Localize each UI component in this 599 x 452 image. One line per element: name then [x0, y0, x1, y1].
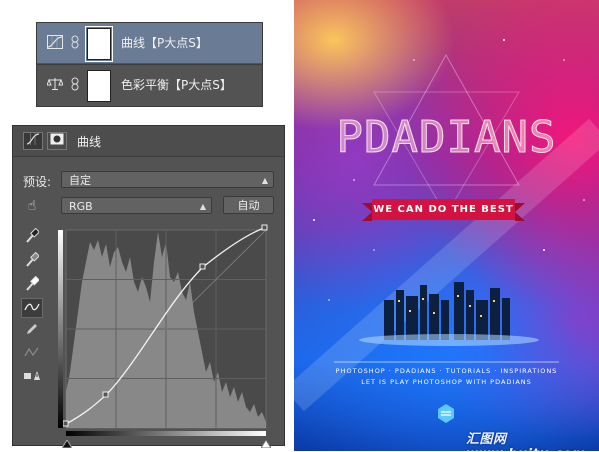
curves-adjustment-icon[interactable] — [23, 132, 43, 150]
white-point-slider-icon[interactable] — [260, 433, 272, 452]
curves-adjustment-icon — [46, 35, 64, 51]
poster-line-1: PHOTOSHOP · PDADIANS · TUTORIALS · INSPI… — [335, 367, 558, 375]
auto-button[interactable]: 自动 — [223, 196, 274, 214]
select-arrows-icon: ▲ — [199, 202, 206, 211]
properties-panel: 曲线 预设: 自定 ▲ ☝ RGB ▲ 自动 — [12, 125, 285, 449]
color-balance-icon — [46, 77, 64, 93]
link-icon[interactable] — [71, 77, 81, 93]
curves-graph[interactable] — [58, 222, 278, 440]
ribbon-right-tail — [515, 203, 525, 221]
poster-canvas: PDADIANS WE CAN DO THE BEST PHOTOSHOP · … — [294, 0, 599, 451]
black-point-slider-icon[interactable] — [61, 433, 73, 452]
ribbon-left-tail — [362, 203, 372, 221]
link-icon[interactable] — [71, 35, 81, 51]
watermark: 汇图网 www.huitu.com — [466, 432, 586, 451]
clipping-warning-icon[interactable] — [21, 368, 43, 388]
draw-curve-pencil-icon[interactable] — [21, 322, 43, 342]
select-arrows-icon: ▲ — [261, 176, 268, 185]
channel-select[interactable]: RGB ▲ — [61, 197, 212, 214]
sample-in-image-set-black-point-icon[interactable] — [21, 227, 43, 248]
poster-title: PDADIANS — [336, 112, 557, 164]
poster-line-2: LET IS PLAY PHOTOSHOP WITH PDADIANS — [361, 378, 532, 386]
sample-in-image-set-gray-point-icon[interactable] — [21, 251, 43, 272]
layers-panel: 曲线【P大点S】 色彩平衡【P大点S】 — [36, 22, 263, 107]
sample-in-image-set-white-point-icon[interactable] — [21, 275, 43, 296]
preset-label: 预设: — [23, 175, 52, 189]
properties-header: 曲线 — [13, 126, 284, 157]
channel-value: RGB — [69, 200, 93, 213]
curve-point — [102, 391, 109, 398]
panel-title: 曲线 — [77, 135, 102, 149]
poster-ribbon: WE CAN DO THE BEST — [372, 199, 515, 220]
preset-select[interactable]: 自定 ▲ — [61, 171, 274, 188]
target-adjustment-hand-icon[interactable]: ☝ — [21, 196, 43, 216]
smooth-curve-icon[interactable] — [21, 344, 43, 364]
layer-name[interactable]: 曲线【P大点S】 — [121, 35, 208, 51]
layer-mask-thumbnail[interactable] — [85, 26, 113, 62]
layer-curves[interactable]: 曲线【P大点S】 — [37, 23, 262, 63]
layer-mask-thumbnail[interactable] — [87, 70, 111, 102]
curve-point — [62, 420, 69, 427]
layer-mask-icon[interactable] — [47, 132, 67, 150]
edit-points-curve-icon[interactable] — [21, 298, 43, 318]
layer-name[interactable]: 色彩平衡【P大点S】 — [121, 77, 232, 93]
layer-color-balance[interactable]: 色彩平衡【P大点S】 — [37, 65, 262, 105]
curve-point — [199, 263, 206, 270]
preset-value: 自定 — [69, 174, 91, 187]
curve-point — [261, 224, 268, 231]
